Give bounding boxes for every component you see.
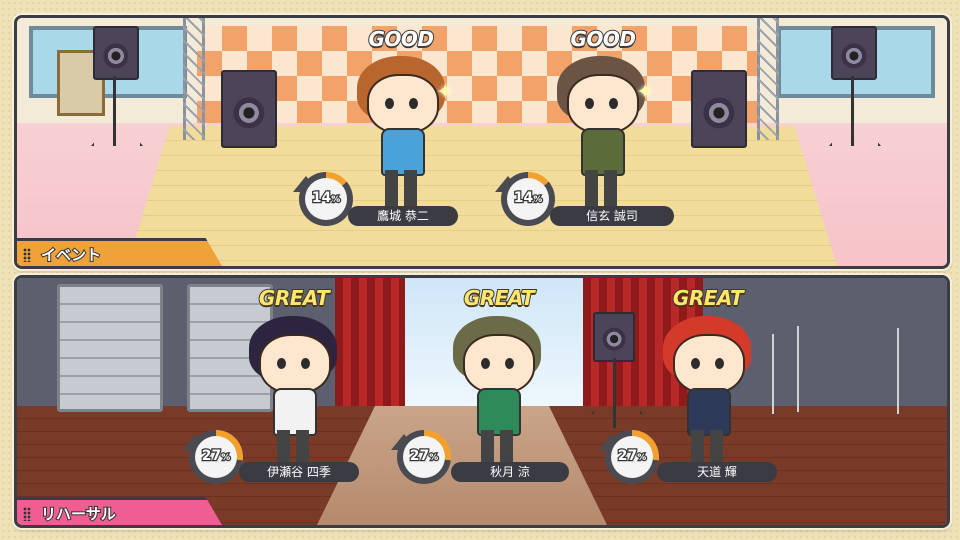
sparkle-icon: ✦ — [636, 80, 655, 105]
character-outfit — [477, 388, 521, 436]
performer-name: 信玄 誠司 — [550, 206, 674, 226]
mic-stand-icon — [797, 326, 799, 412]
tension-percent: 14% — [310, 189, 341, 208]
character-face — [463, 334, 535, 394]
character-eye — [505, 358, 514, 369]
character-eye — [301, 358, 310, 369]
rating-great: GREAT — [258, 285, 331, 311]
character-outfit — [687, 388, 731, 436]
character-ryo[interactable] — [447, 308, 547, 488]
truss-left — [183, 18, 205, 140]
character-face — [673, 334, 745, 394]
character-legs — [481, 430, 513, 466]
tension-percent: 27% — [616, 447, 647, 466]
character-legs — [691, 430, 723, 466]
character-legs — [277, 430, 309, 466]
tension-gauge: 27% — [599, 426, 661, 488]
speaker-stand-left — [91, 76, 137, 146]
event-label-tab: イベント — [17, 238, 222, 266]
truss-right — [757, 18, 779, 140]
speaker-stand — [591, 358, 637, 428]
rating-great: GREAT — [672, 285, 745, 311]
performer-name: 天道 輝 — [657, 462, 777, 482]
character-face — [567, 74, 639, 134]
character-hikaru[interactable] — [657, 308, 757, 488]
character-eye — [409, 98, 418, 109]
rating-great: GREAT — [463, 285, 536, 311]
performer-name: 伊瀬谷 四季 — [239, 462, 359, 482]
character-outfit — [273, 388, 317, 436]
mic-stand-icon — [897, 328, 899, 414]
character-legs — [385, 170, 417, 206]
character-face — [259, 334, 331, 394]
speaker-icon — [593, 312, 635, 362]
tension-gauge: 14% — [293, 168, 355, 230]
speaker-icon — [93, 26, 139, 80]
sparkle-icon: ✦ — [436, 80, 455, 105]
character-face — [367, 74, 439, 134]
speaker-icon — [831, 26, 877, 80]
performer-name: 鷹城 恭二 — [348, 206, 458, 226]
dots-icon — [23, 248, 31, 262]
tension-percent: 14% — [512, 189, 543, 208]
character-eye — [385, 98, 394, 109]
tension-gauge: 27% — [183, 426, 245, 488]
speaker-stand-right — [829, 76, 875, 146]
event-panel: GOOD ✦ 14% 鷹城 恭二 GOOD ✦ 14% 信玄 誠司 イベント — [14, 15, 950, 269]
character-eye — [691, 358, 700, 369]
tension-gauge: 14% — [495, 168, 557, 230]
event-label: イベント — [40, 245, 102, 265]
character-outfit — [381, 128, 425, 176]
equipment-rack — [57, 284, 163, 412]
character-eye — [715, 358, 724, 369]
character-eye — [277, 358, 286, 369]
dots-icon — [23, 507, 31, 521]
character-kyoji[interactable] — [351, 48, 451, 228]
speaker-icon — [221, 70, 277, 148]
character-eye — [609, 98, 618, 109]
speaker-icon — [691, 70, 747, 148]
character-eye — [481, 358, 490, 369]
event-stage-background — [17, 18, 947, 266]
character-seiji[interactable] — [551, 48, 651, 228]
tension-gauge: 27% — [391, 426, 453, 488]
tension-percent: 27% — [408, 447, 439, 466]
character-outfit — [581, 128, 625, 176]
rehearsal-label: リハーサル — [40, 504, 117, 524]
character-shiki[interactable] — [243, 308, 343, 488]
performer-name: 秋月 涼 — [451, 462, 569, 482]
checkered-backdrop — [197, 26, 757, 126]
tension-percent: 27% — [200, 447, 231, 466]
character-eye — [585, 98, 594, 109]
rehearsal-panel: GREAT 27% 伊瀬谷 四季 GREAT 27% 秋月 涼 GREAT 27… — [14, 275, 950, 528]
character-legs — [585, 170, 617, 206]
rehearsal-label-tab: リハーサル — [17, 497, 222, 525]
mic-stand-icon — [772, 334, 774, 414]
